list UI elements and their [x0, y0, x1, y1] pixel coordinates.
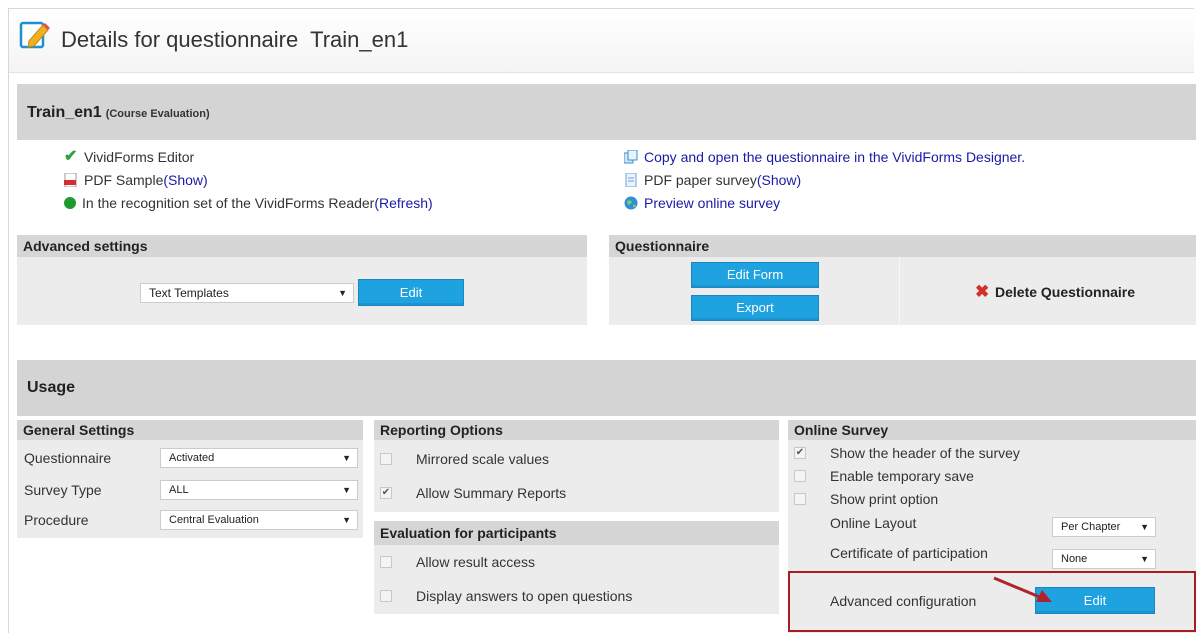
recognition-set-item: In the recognition set of the VividForms…	[64, 195, 433, 211]
advanced-settings-edit-button[interactable]: Edit	[358, 279, 464, 306]
show-header-checkbox[interactable]: ✔	[794, 447, 806, 459]
evaluation-participants-title: Evaluation for participants	[374, 521, 779, 545]
procedure-label: Procedure	[24, 512, 89, 528]
allow-summary-checkbox[interactable]: ✔	[380, 487, 392, 499]
questionnaire-panel-title: Questionnaire	[609, 235, 1196, 257]
mirrored-scale-label: Mirrored scale values	[416, 451, 550, 467]
display-answers-label: Display answers to open questions	[416, 588, 633, 604]
certificate-select[interactable]: None ▼	[1052, 549, 1156, 569]
questionnaire-divider	[899, 257, 900, 325]
document-icon	[625, 173, 637, 187]
questionnaire-name: Train_en1 (Course Evaluation)	[27, 104, 210, 121]
text-templates-select[interactable]: Text Templates ▼	[140, 283, 354, 303]
pdf-paper-survey-item: PDF paper survey (Show)	[624, 172, 801, 188]
online-layout-label: Online Layout	[830, 515, 917, 531]
dropdown-arrow-icon: ▼	[1140, 522, 1149, 532]
refresh-link[interactable]: (Refresh)	[374, 195, 432, 211]
survey-type-label: Survey Type	[24, 482, 102, 498]
status-dot-icon	[64, 197, 76, 209]
dropdown-arrow-icon: ▼	[342, 485, 351, 495]
pdf-icon	[64, 173, 77, 187]
allow-summary-label: Allow Summary Reports	[416, 485, 567, 501]
survey-type-select[interactable]: ALL ▼	[160, 480, 358, 500]
export-button[interactable]: Export	[691, 295, 819, 321]
procedure-select[interactable]: Central Evaluation ▼	[160, 510, 358, 530]
pdf-sample-show-link[interactable]: (Show)	[163, 172, 207, 188]
dropdown-arrow-icon: ▼	[342, 515, 351, 525]
questionnaire-status-label: Questionnaire	[24, 450, 112, 466]
online-survey-title: Online Survey	[788, 420, 1196, 440]
show-header-label: Show the header of the survey	[830, 445, 1020, 461]
usage-title: Usage	[27, 379, 76, 396]
print-option-label: Show print option	[830, 491, 939, 507]
temporary-save-checkbox[interactable]	[794, 470, 806, 482]
general-settings-title: General Settings	[17, 420, 363, 440]
mirrored-scale-checkbox[interactable]	[380, 453, 392, 465]
dropdown-arrow-icon: ▼	[338, 288, 347, 298]
preview-online-item: Preview online survey	[624, 195, 780, 211]
annotation-arrow-icon	[993, 576, 1052, 602]
edit-form-button[interactable]: Edit Form	[691, 262, 819, 288]
allow-result-access-checkbox[interactable]	[380, 556, 392, 568]
delete-x-icon: ✖	[975, 282, 990, 301]
allow-result-access-label: Allow result access	[416, 554, 536, 570]
questionnaire-status-select[interactable]: Activated ▼	[160, 448, 358, 468]
display-answers-checkbox[interactable]	[380, 590, 392, 602]
pdf-sample-item: PDF Sample (Show)	[64, 172, 208, 188]
copy-designer-item: Copy and open the questionnaire in the V…	[624, 149, 1025, 165]
questionnaire-type: (Course Evaluation)	[105, 108, 210, 120]
online-layout-select[interactable]: Per Chapter ▼	[1052, 517, 1156, 537]
certificate-label: Certificate of participation	[830, 545, 988, 561]
check-icon: ✔	[64, 148, 78, 165]
pdf-paper-show-link[interactable]: (Show)	[757, 172, 801, 188]
preview-online-link[interactable]: Preview online survey	[644, 195, 780, 211]
page-header: Details for questionnaire Train_en1	[9, 9, 1194, 73]
advanced-settings-title: Advanced settings	[17, 235, 587, 257]
dropdown-arrow-icon: ▼	[1140, 554, 1149, 564]
copy-designer-link[interactable]: Copy and open the questionnaire in the V…	[644, 149, 1025, 165]
usage-bar: Usage	[17, 360, 1196, 416]
edit-pencil-icon	[19, 21, 50, 49]
print-option-checkbox[interactable]	[794, 493, 806, 505]
globe-icon	[624, 196, 638, 210]
page-title: Details for questionnaire Train_en1	[61, 27, 409, 52]
dropdown-arrow-icon: ▼	[342, 453, 351, 463]
vividforms-editor-item: ✔ VividForms Editor	[64, 148, 195, 166]
temporary-save-label: Enable temporary save	[830, 468, 974, 484]
reporting-options-title: Reporting Options	[374, 420, 779, 440]
questionnaire-summary-bar: Train_en1 (Course Evaluation)	[17, 84, 1196, 140]
copy-icon	[624, 150, 638, 164]
delete-questionnaire-button[interactable]: ✖ Delete Questionnaire	[975, 282, 1135, 301]
